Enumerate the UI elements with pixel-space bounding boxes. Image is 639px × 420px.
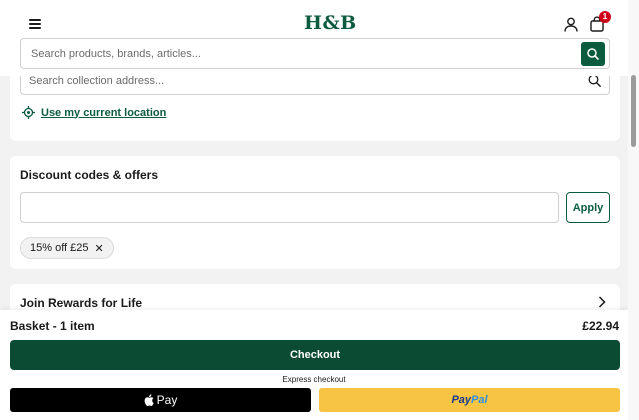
paypal-button[interactable]: Pay Pal: [319, 388, 620, 412]
discount-title: Discount codes & offers: [20, 168, 159, 182]
discount-code-input[interactable]: [20, 192, 559, 223]
basket-total: £22.94: [582, 319, 619, 333]
apple-pay-label: Pay: [156, 393, 178, 407]
scrollbar-thumb[interactable]: [631, 75, 636, 147]
use-current-location-label: Use my current location: [41, 106, 167, 119]
checkout-button[interactable]: Checkout: [10, 340, 620, 370]
user-icon[interactable]: [564, 17, 578, 32]
search-button[interactable]: [581, 42, 605, 66]
apply-button[interactable]: Apply: [566, 192, 610, 223]
checkout-bar: Basket - 1 item £22.94 Checkout Express …: [0, 310, 628, 420]
page-scrollbar[interactable]: [628, 0, 639, 420]
use-current-location-link[interactable]: Use my current location: [22, 106, 166, 119]
location-target-icon: [22, 106, 35, 119]
search-icon: [587, 48, 599, 60]
paypal-label-part1: Pay: [451, 394, 472, 406]
chevron-right-icon: [598, 296, 606, 308]
site-search-input[interactable]: [31, 39, 571, 68]
cart-count-badge: 1: [599, 11, 611, 23]
applied-offer-label: 15% off £25: [30, 242, 89, 254]
applied-offer-chip: 15% off £25 ✕: [20, 237, 114, 259]
close-icon[interactable]: ✕: [95, 242, 104, 255]
basket-summary: Basket - 1 item: [10, 319, 95, 333]
rewards-label: Join Rewards for Life: [20, 296, 143, 310]
discount-card: Discount codes & offers Apply 15% off £2…: [10, 156, 620, 269]
brand-logo[interactable]: H&B: [304, 12, 357, 34]
apple-pay-button[interactable]: Pay: [10, 388, 311, 412]
menu-icon[interactable]: [29, 19, 41, 29]
site-search: [20, 38, 610, 69]
paypal-label-part2: Pal: [471, 394, 488, 406]
site-header: H&B 1: [0, 0, 628, 76]
apple-icon: [144, 394, 154, 406]
express-checkout-label: Express checkout: [282, 375, 346, 384]
